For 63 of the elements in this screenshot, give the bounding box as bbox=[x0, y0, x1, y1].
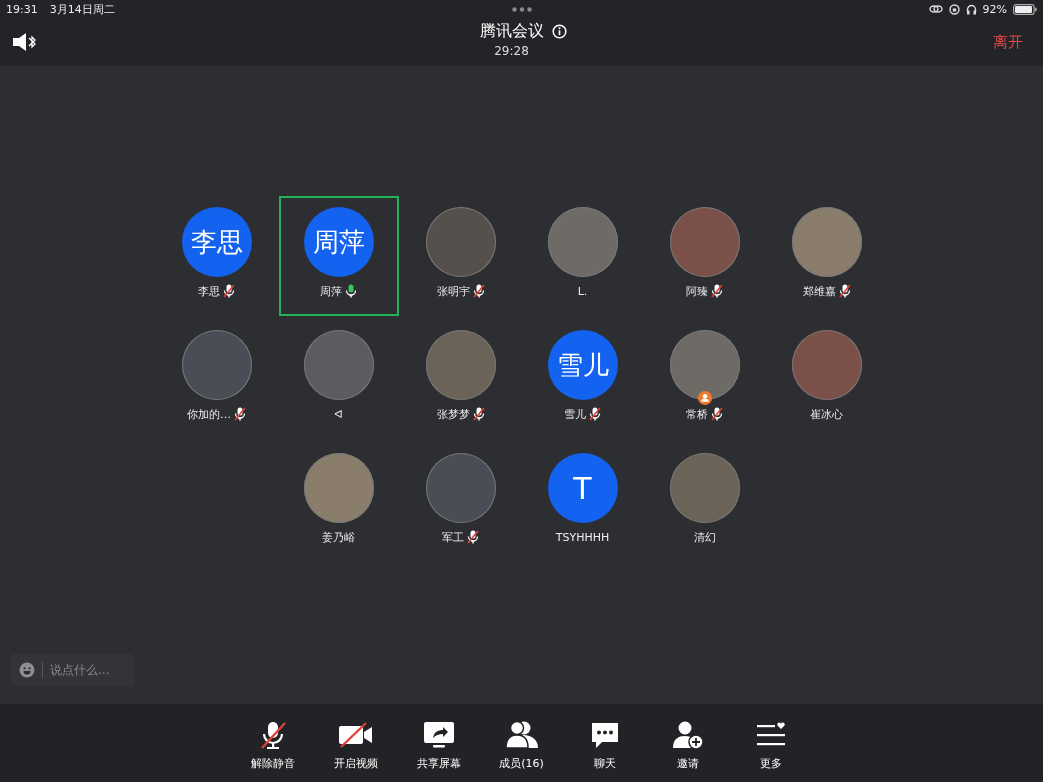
participant-tile[interactable]: 姜乃峪 bbox=[278, 442, 399, 562]
participant-tile[interactable]: 常桥 bbox=[644, 319, 765, 439]
participant-tile[interactable]: 崔冰心 bbox=[766, 319, 887, 439]
participant-name: 崔冰心 bbox=[810, 406, 843, 422]
meeting-title: 腾讯会议 bbox=[480, 20, 544, 42]
status-date: 3月14日周二 bbox=[49, 1, 115, 17]
multitask-dots-icon[interactable] bbox=[511, 6, 532, 12]
participant-name: 军工 bbox=[442, 529, 464, 545]
toolbar-button[interactable]: 邀请 bbox=[646, 720, 729, 771]
participant-name: 常桥 bbox=[686, 406, 708, 422]
participant-tile[interactable]: ᐊ bbox=[278, 319, 399, 439]
participant-name: 张梦梦 bbox=[436, 406, 470, 422]
initials-avatar[interactable]: 李思 bbox=[181, 207, 252, 277]
share-screen-icon bbox=[422, 720, 455, 750]
speaker-bluetooth-icon[interactable] bbox=[12, 32, 38, 52]
add-person-icon bbox=[671, 720, 704, 750]
participant-name: L. bbox=[577, 284, 588, 298]
participant-name: 姜乃峪 bbox=[322, 529, 355, 545]
link-icon bbox=[928, 4, 943, 14]
participant-name: 李思 bbox=[198, 283, 220, 299]
toolbar-button[interactable]: 成员(16) bbox=[480, 720, 563, 771]
participant-name: 你加的… bbox=[187, 406, 231, 422]
toolbar-button[interactable]: 解除静音 bbox=[231, 720, 314, 771]
battery-percent: 92% bbox=[982, 2, 1007, 16]
chat-bubble-icon bbox=[589, 720, 620, 750]
participant-name: TSYHHHH bbox=[555, 530, 610, 544]
participant-name: ᐊ bbox=[334, 407, 343, 421]
initials-avatar[interactable]: T bbox=[547, 453, 618, 523]
participant-tile[interactable]: 郑维嘉 bbox=[766, 196, 887, 316]
participant-name: 张明宇 bbox=[436, 283, 470, 299]
leave-button[interactable]: 离开 bbox=[985, 32, 1031, 52]
people-icon bbox=[504, 720, 539, 750]
status-time: 19:31 bbox=[6, 2, 38, 16]
participant-name: 清幻 bbox=[693, 529, 716, 545]
toolbar-button[interactable]: 开启视频 bbox=[314, 720, 397, 771]
info-icon[interactable] bbox=[552, 23, 567, 39]
initials-avatar[interactable]: 雪儿 bbox=[547, 330, 618, 400]
participant-tile[interactable]: 雪儿 雪儿 bbox=[522, 319, 643, 439]
participant-tile[interactable]: 你加的… bbox=[156, 319, 277, 439]
emoji-icon[interactable] bbox=[19, 662, 35, 678]
headphones-icon bbox=[965, 3, 977, 15]
chat-text-input[interactable]: 说点什么... bbox=[50, 663, 126, 677]
active-speaker-frame[interactable]: 周萍 周萍 bbox=[278, 196, 399, 316]
chat-input-field[interactable]: 说点什么... bbox=[11, 654, 134, 686]
toolbar-button[interactable]: 聊天 bbox=[563, 720, 646, 771]
participant-tile[interactable]: T TSYHHHH bbox=[522, 442, 643, 562]
meeting-timer: 29:28 bbox=[494, 43, 529, 58]
participant-name: 周萍 bbox=[320, 283, 342, 299]
participant-tile[interactable]: L. bbox=[522, 196, 643, 316]
participant-tile[interactable]: 张梦梦 bbox=[400, 319, 521, 439]
participant-name: 阿臻 bbox=[686, 283, 708, 299]
participant-name: 郑维嘉 bbox=[802, 283, 836, 299]
participant-tile[interactable]: 清幻 bbox=[644, 442, 765, 562]
participant-tile[interactable]: 军工 bbox=[400, 442, 521, 562]
participant-tile[interactable]: 李思 李思 bbox=[156, 196, 277, 316]
participant-tile[interactable]: 阿臻 bbox=[644, 196, 765, 316]
participant-name: 雪儿 bbox=[564, 406, 586, 422]
toolbar-button[interactable]: 更多 bbox=[729, 720, 812, 771]
video-camera-muted-icon bbox=[337, 720, 374, 750]
initials-avatar[interactable]: 周萍 bbox=[303, 207, 374, 277]
battery-icon bbox=[1013, 3, 1037, 15]
participant-tile[interactable]: 张明宇 bbox=[400, 196, 521, 316]
toolbar-button[interactable]: 共享屏幕 bbox=[397, 720, 480, 771]
